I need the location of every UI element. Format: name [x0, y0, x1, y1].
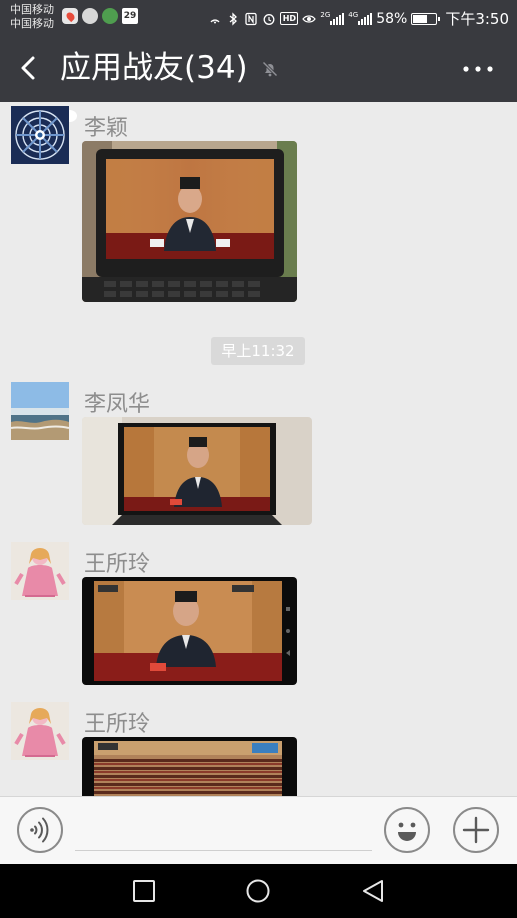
voice-icon [30, 817, 49, 843]
message-list[interactable]: 李颖 早上11:32 李凤华 王所玲 王所玲 [0, 102, 517, 796]
avatar[interactable] [11, 702, 69, 760]
more-functions-button[interactable] [453, 807, 499, 853]
hotspot-icon [210, 18, 220, 23]
plus-icon [462, 816, 490, 844]
signal-1: 2G [320, 12, 345, 25]
signal-icon [330, 12, 345, 25]
voice-button[interactable] [17, 807, 63, 853]
beach-avatar-icon [11, 382, 69, 440]
tv-photo-image [82, 417, 312, 525]
doll-avatar-icon [11, 702, 69, 760]
bluetooth-icon [229, 11, 238, 26]
image-message[interactable] [82, 417, 312, 525]
carrier-1: 中国移动 [10, 3, 54, 16]
clock: 下午3:50 [445, 10, 509, 28]
avatar[interactable] [11, 542, 69, 600]
nfc-icon [245, 12, 258, 25]
emoji-icon [398, 822, 416, 841]
sender-name: 王所玲 [84, 712, 151, 737]
notification-icons: 29 [62, 8, 138, 122]
avatar[interactable] [11, 382, 69, 440]
sender-name: 李颖 [84, 116, 129, 141]
message-input[interactable] [75, 809, 372, 851]
laptop-photo-image [82, 141, 297, 302]
signal-2: 4G [348, 12, 373, 25]
system-icons: HD 2G 4G 58% 下午3:50 [208, 8, 509, 29]
map-pin-icon [62, 8, 78, 24]
image-message[interactable] [82, 577, 297, 685]
chat-title[interactable]: 应用战友(34) [60, 50, 248, 86]
hall-photo-image [82, 737, 297, 796]
avatar[interactable] [11, 106, 69, 164]
chat-header: 应用战友(34) [0, 34, 517, 102]
alarm-icon [263, 13, 275, 25]
back-triangle-icon[interactable] [360, 878, 386, 904]
bell-off-icon [261, 60, 279, 78]
browser-icon [102, 8, 118, 24]
home-circle-icon[interactable] [245, 878, 271, 904]
eye-icon [302, 14, 317, 23]
battery-percent: 58% [376, 10, 408, 27]
signal-icon [358, 12, 373, 25]
status-bar: 中国移动 中国移动 29 HD 2G 4G 58% 下午3:50 [0, 0, 517, 122]
doll-avatar-icon [11, 542, 69, 600]
emoji-button[interactable] [384, 807, 430, 853]
carrier-2: 中国移动 [10, 17, 54, 30]
app-icon [82, 8, 98, 24]
phone-photo-image [82, 577, 297, 685]
sender-name: 王所玲 [84, 552, 151, 577]
image-message[interactable] [82, 737, 297, 796]
timestamp-label: 早上11:32 [211, 337, 305, 365]
system-nav-bar [0, 864, 517, 918]
image-message[interactable] [82, 141, 297, 302]
battery-icon [411, 12, 441, 25]
chevron-left-icon[interactable] [14, 51, 44, 85]
mandala-avatar-icon [11, 106, 69, 164]
calendar-icon: 29 [122, 8, 138, 24]
sender-name: 李凤华 [84, 392, 151, 417]
more-dots-icon[interactable] [461, 58, 495, 80]
carrier-info: 中国移动 中国移动 [10, 3, 54, 31]
hd-icon: HD [280, 12, 299, 25]
input-bar [0, 796, 517, 864]
recents-square-icon[interactable] [131, 878, 157, 904]
